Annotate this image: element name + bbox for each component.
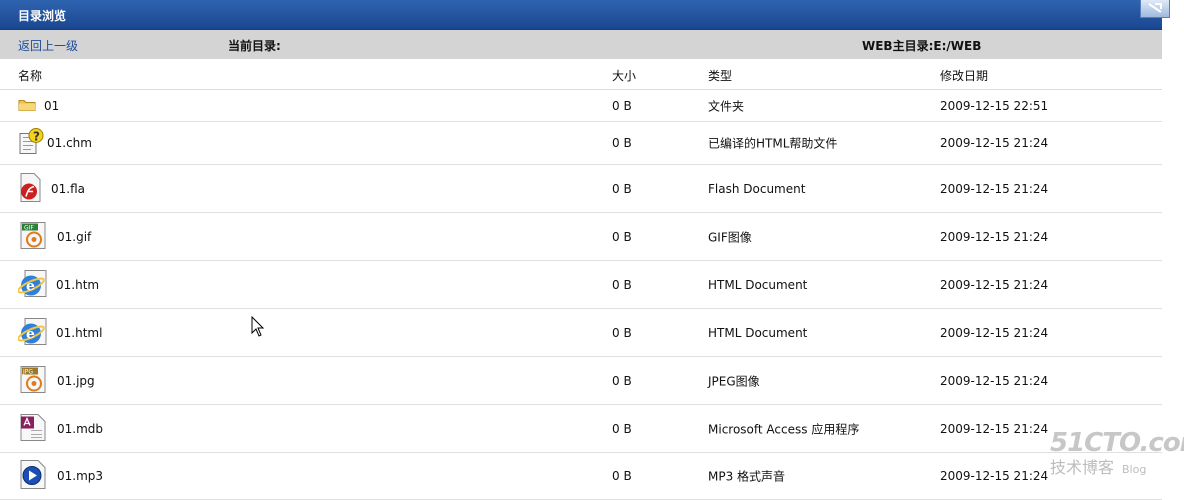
file-name-link[interactable]: 01.htm <box>56 278 99 292</box>
file-row[interactable]: e 01.html 0 B HTML Document 2009-12-15 21:24 <box>0 309 1162 357</box>
file-type: HTML Document <box>708 277 808 292</box>
file-name-link[interactable]: 01.chm <box>47 136 92 150</box>
chm-help-icon: ? <box>18 128 44 159</box>
watermark: 51CTO.com 技术博客Blog <box>1050 428 1184 478</box>
restore-button[interactable] <box>1140 0 1170 18</box>
current-directory-label: 当前目录: <box>228 39 281 53</box>
file-size: 0 B <box>612 373 632 388</box>
flash-document-icon <box>18 172 42 205</box>
file-type: JPEG图像 <box>708 374 760 388</box>
file-size: 0 B <box>612 469 632 483</box>
gif-image-icon: GIF <box>18 220 48 253</box>
media-player-icon <box>18 460 48 493</box>
file-date: 2009-12-15 21:24 <box>940 469 1049 483</box>
file-list: 名称 大小 类型 修改日期 01 0 B 文件夹 2009-12-15 22:51? 0… <box>0 59 1162 500</box>
file-size: 0 B <box>612 181 632 196</box>
column-header-date[interactable]: 修改日期 <box>940 67 988 84</box>
file-date: 2009-12-15 21:24 <box>940 229 1049 244</box>
file-type: GIF图像 <box>708 230 752 244</box>
toolbar: 返回上一级 当前目录: WEB主目录:E:/WEB <box>0 30 1162 59</box>
jpeg-image-icon: JPG <box>18 364 48 397</box>
svg-text:e: e <box>26 326 35 342</box>
file-name-link[interactable]: 01.mp3 <box>57 469 103 483</box>
mouse-cursor-icon <box>251 316 265 337</box>
folder-icon <box>18 97 36 114</box>
file-row[interactable]: 01.fla 0 B Flash Document 2009-12-15 21:24 <box>0 165 1162 213</box>
svg-text:GIF: GIF <box>24 224 34 231</box>
ie-html-icon: e <box>17 268 48 301</box>
watermark-blog: Blog <box>1122 463 1147 476</box>
file-size: 0 B <box>612 277 632 292</box>
file-type: HTML Document <box>708 325 808 340</box>
file-date: 2009-12-15 21:24 <box>940 136 1049 150</box>
column-headers: 名称 大小 类型 修改日期 <box>0 59 1162 90</box>
file-type: 文件夹 <box>708 99 745 113</box>
access-database-icon <box>18 412 48 445</box>
file-name-link[interactable]: 01.html <box>56 326 102 340</box>
file-name-link[interactable]: 01.mdb <box>57 422 103 436</box>
arrow-icon <box>1148 3 1162 13</box>
svg-text:e: e <box>26 278 35 294</box>
up-one-level-link[interactable]: 返回上一级 <box>18 37 78 54</box>
file-row[interactable]: e 01.htm 0 B HTML Document 2009-12-15 21:24 <box>0 261 1162 309</box>
file-type: MP3 格式声音 <box>708 469 786 484</box>
file-type: Microsoft Access 应用程序 <box>708 422 860 436</box>
file-type: Flash Document <box>708 181 806 196</box>
web-root-label: WEB主目录:E:/WEB <box>862 39 982 53</box>
file-type: 已编译的HTML帮助文件 <box>708 136 838 151</box>
file-size: 0 B <box>612 98 632 113</box>
column-header-type[interactable]: 类型 <box>708 67 732 84</box>
window-title: 目录浏览 <box>18 9 67 23</box>
file-row[interactable]: GIF 01.gif 0 B GIF图像 2009-12-15 21:24 <box>0 213 1162 261</box>
file-size: 0 B <box>612 421 632 436</box>
ie-html-icon: e <box>17 316 48 349</box>
file-date: 2009-12-15 21:24 <box>940 325 1049 340</box>
svg-text:?: ? <box>33 130 40 144</box>
file-name-link[interactable]: 01.fla <box>51 182 85 196</box>
column-header-size[interactable]: 大小 <box>612 67 636 84</box>
file-name-link[interactable]: 01.gif <box>57 230 91 244</box>
file-date: 2009-12-15 21:24 <box>940 277 1049 292</box>
file-size: 0 B <box>612 325 632 340</box>
svg-text:JPG: JPG <box>22 368 33 375</box>
file-row[interactable]: 01.mdb 0 B Microsoft Access 应用程序 2009-12-15… <box>0 405 1162 453</box>
file-name-link[interactable]: 01 <box>44 99 59 113</box>
file-size: 0 B <box>612 136 632 150</box>
file-row[interactable]: ? 01.chm 0 B 已编译的HTML帮助文件 2009-12-15 21:24 <box>0 122 1162 165</box>
file-date: 2009-12-15 22:51 <box>940 98 1049 113</box>
watermark-subtitle: 技术博客 <box>1050 458 1115 477</box>
column-header-name[interactable]: 名称 <box>18 67 42 84</box>
title-bar: 目录浏览 <box>0 0 1162 30</box>
file-name-link[interactable]: 01.jpg <box>57 374 95 388</box>
file-date: 2009-12-15 21:24 <box>940 181 1049 196</box>
file-row[interactable]: JPG 01.jpg 0 B JPEG图像 2009-12-15 21:24 <box>0 357 1162 405</box>
file-date: 2009-12-15 21:24 <box>940 421 1049 436</box>
file-size: 0 B <box>612 229 632 244</box>
file-date: 2009-12-15 21:24 <box>940 373 1049 388</box>
file-row[interactable]: 01 0 B 文件夹 2009-12-15 22:51 <box>0 90 1162 122</box>
